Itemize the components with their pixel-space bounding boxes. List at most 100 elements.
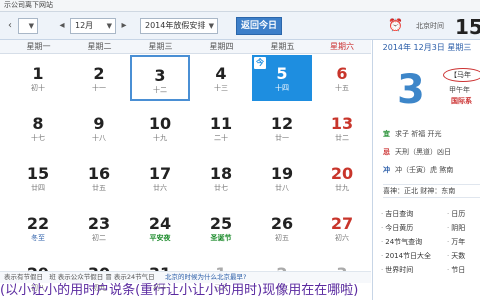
detail-big-day: 3: [397, 67, 425, 113]
lunar-day: 二十: [214, 134, 228, 142]
day-cell[interactable]: 10 十九: [130, 105, 190, 151]
quick-link[interactable]: 天数: [447, 250, 465, 262]
month-select-value: 12月: [75, 21, 94, 30]
day-cell[interactable]: 6 十五: [313, 55, 371, 101]
year-select[interactable]: ▼: [18, 18, 38, 34]
lunar-day: 平安夜: [149, 234, 171, 242]
lunar-day: 十一: [92, 84, 106, 92]
lunar-day: 十二: [153, 86, 167, 94]
next-month-icon[interactable]: ▸: [118, 18, 130, 34]
day-number: 4: [215, 64, 227, 83]
day-cell[interactable]: 23 初二: [69, 205, 129, 251]
day-cell[interactable]: 19 廿八: [252, 155, 312, 201]
day-cell[interactable]: 22 冬至: [8, 205, 68, 251]
weekday-header: 星期一: [8, 40, 69, 54]
day-number: 18: [209, 164, 233, 183]
day-cell[interactable]: 27 初六: [313, 205, 371, 251]
current-time: 15:: [455, 15, 480, 39]
month-select[interactable]: 12月 ▼: [70, 18, 116, 34]
lunar-day: 圣诞节: [210, 234, 232, 242]
page-title: 示公司离下网站: [4, 1, 53, 9]
day-cell[interactable]: 13 廿二: [313, 105, 371, 151]
yi-ji-value: 天刑（黑道）凶日: [395, 148, 451, 156]
day-cell[interactable]: 25 圣诞节: [191, 205, 251, 251]
yi-ji-key: 忌: [383, 148, 390, 156]
lunar-day: 廿一: [275, 134, 289, 142]
weekday-header: 星期三: [130, 40, 191, 54]
quick-link[interactable]: 24节气查询: [381, 236, 422, 248]
legend-holiday: 表示有节假日: [4, 273, 43, 281]
quick-link[interactable]: 今日黄历: [381, 222, 413, 234]
quick-link[interactable]: 万年: [447, 236, 465, 248]
festival-label: 国际系: [451, 97, 472, 105]
day-number: 25: [209, 214, 233, 233]
quick-link[interactable]: 阴阳: [447, 222, 465, 234]
lunar-day: 十七: [31, 134, 45, 142]
day-cell[interactable]: 17 廿六: [130, 155, 190, 201]
day-cell[interactable]: 3 十二: [130, 55, 190, 101]
day-cell[interactable]: 24 平安夜: [130, 205, 190, 251]
day-number: 13: [330, 114, 354, 133]
lunar-day: 冬至: [31, 234, 45, 242]
lunar-day: 廿二: [335, 134, 349, 142]
yi-ji-key: 冲: [383, 166, 390, 174]
day-number: 12: [270, 114, 294, 133]
chevron-down-icon: ▼: [208, 22, 214, 30]
day-cell[interactable]: 1 初十: [8, 55, 68, 101]
day-cell[interactable]: 4 十三: [191, 55, 251, 101]
day-cell[interactable]: 8 十七: [8, 105, 68, 151]
day-cell[interactable]: 16 廿五: [69, 155, 129, 201]
day-cell[interactable]: 15 廿四: [8, 155, 68, 201]
back-to-today-button[interactable]: 返回今日: [236, 17, 282, 35]
lunar-day: 十三: [214, 84, 228, 92]
prev-year-icon[interactable]: ‹: [4, 18, 16, 34]
day-cell[interactable]: 18 廿七: [191, 155, 251, 201]
lunar-year: 甲午年: [449, 86, 470, 94]
chevron-down-icon: ▼: [106, 22, 112, 30]
yi-ji-row: 宜求子 祈福 开光: [383, 128, 480, 146]
yi-ji-value: 求子 祈福 开光: [395, 130, 442, 138]
legend-text: 班 表示公众节假日 冒 表示24节气日: [49, 273, 155, 281]
quick-link[interactable]: 2014节日大全: [381, 250, 431, 262]
weekday-header: 星期四: [191, 40, 252, 54]
day-number: 15: [26, 164, 50, 183]
day-cell[interactable]: 20 廿九: [313, 155, 371, 201]
lunar-day: 初五: [275, 234, 289, 242]
holiday-select-value: 2014年放假安排: [145, 21, 206, 30]
day-number: 6: [336, 64, 348, 83]
yi-ji-key: 宜: [383, 130, 390, 138]
quick-link[interactable]: 节日: [447, 264, 465, 276]
day-cell[interactable]: 9 十八: [69, 105, 129, 151]
day-cell[interactable]: 26 初五: [252, 205, 312, 251]
day-cell[interactable]: 今 5 十四: [252, 55, 312, 101]
day-cell[interactable]: 11 二十: [191, 105, 251, 151]
lunar-day: 廿八: [275, 184, 289, 192]
quick-link[interactable]: 世界时间: [381, 264, 413, 276]
browser-top-bar: 示公司离下网站: [0, 0, 480, 12]
day-number: 24: [148, 214, 172, 233]
calendar-toolbar: ‹ ▼ ◂ 12月▼ ▸ 2014年放假安排▼ 返回今日 ⏰ 北京时间 15:: [0, 12, 480, 40]
legend-strip: 表示有节假日 班 表示公众节假日 冒 表示24节气日 北京的时候为什么北京最早?: [0, 271, 371, 283]
day-cell[interactable]: 12 廿一: [252, 105, 312, 151]
lunar-day: 十八: [92, 134, 106, 142]
prev-month-icon[interactable]: ◂: [56, 18, 68, 34]
lunar-day: 廿六: [153, 184, 167, 192]
yi-ji-list: 宜求子 祈福 开光忌天刑（黑道）凶日冲冲（壬寅）虎 煞南: [383, 128, 480, 182]
fortune-directions: 喜神：正北 财神：东南: [383, 184, 480, 198]
alarm-clock-icon[interactable]: ⏰: [388, 18, 403, 32]
weekday-header: 星期二: [69, 40, 130, 54]
info-link[interactable]: 北京的时候为什么北京最早?: [165, 273, 246, 281]
quick-link[interactable]: 吉日查询: [381, 208, 413, 220]
day-number: 27: [330, 214, 354, 233]
day-number: 2: [93, 64, 105, 83]
yi-ji-row: 忌天刑（黑道）凶日: [383, 146, 480, 164]
holiday-select[interactable]: 2014年放假安排 ▼: [140, 18, 218, 34]
lunar-day: 十四: [275, 84, 289, 92]
lunar-day: 廿五: [92, 184, 106, 192]
day-cell[interactable]: 2 十一: [69, 55, 129, 101]
day-number: 22: [26, 214, 50, 233]
day-number: 20: [330, 164, 354, 183]
day-number: 9: [93, 114, 105, 133]
lunar-day: 廿七: [214, 184, 228, 192]
quick-link[interactable]: 日历: [447, 208, 465, 220]
